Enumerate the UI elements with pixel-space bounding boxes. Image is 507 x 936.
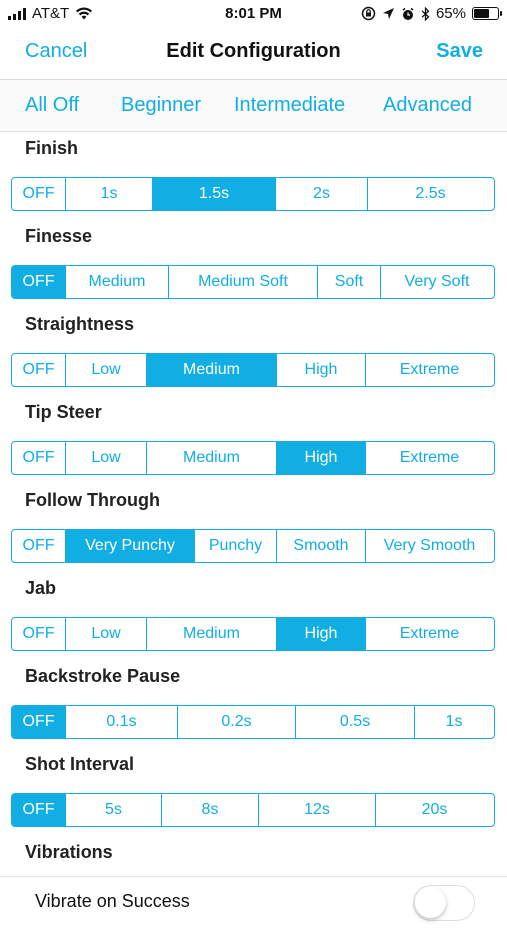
navigation-bar: Cancel Edit Configuration Save: [0, 28, 507, 80]
preset-advanced-button[interactable]: Advanced: [383, 94, 472, 117]
cancel-button[interactable]: Cancel: [25, 40, 87, 63]
vibrations-body: Vibrate on Success: [0, 876, 507, 936]
segment-option[interactable]: 0.5s: [295, 706, 414, 738]
section-title: Tip Steer: [25, 402, 102, 422]
segment-option[interactable]: Medium: [65, 266, 168, 298]
section-title: Straightness: [25, 314, 135, 334]
vibrate-on-success-label: Vibrate on Success: [35, 891, 190, 911]
section-title: Backstroke Pause: [25, 666, 181, 686]
segment-option[interactable]: OFF: [12, 266, 65, 298]
vibrations-section: Vibrations: [0, 836, 507, 876]
segment-option[interactable]: Extreme: [365, 442, 493, 474]
segmented-control: OFF 0.1s 0.2s 0.5s 1s: [11, 705, 495, 739]
segment-option[interactable]: 2s: [275, 178, 367, 210]
rotation-lock-icon: [361, 6, 376, 21]
status-bar: AT&T 8:01 PM 65%: [0, 0, 507, 28]
segment-option[interactable]: OFF: [12, 794, 65, 826]
section-tip-steer: Tip Steer OFF Low Medium High Extreme: [0, 396, 507, 484]
section-title: Follow Through: [25, 490, 160, 510]
segment-option[interactable]: 1.5s: [152, 178, 275, 210]
segmented-control: OFF Low Medium High Extreme: [11, 441, 495, 475]
segmented-control: OFF Very Punchy Punchy Smooth Very Smooth: [11, 529, 495, 563]
segment-option[interactable]: Low: [65, 442, 146, 474]
alarm-icon: [402, 7, 414, 20]
section-title: Jab: [25, 578, 57, 598]
segment-option[interactable]: Very Soft: [380, 266, 493, 298]
segment-option[interactable]: 5s: [65, 794, 161, 826]
section-finesse: Finesse OFF Medium Medium Soft Soft Very Soft: [0, 220, 507, 308]
segment-option[interactable]: OFF: [12, 442, 65, 474]
segment-option[interactable]: Low: [65, 354, 146, 386]
segment-option[interactable]: Very Punchy: [65, 530, 194, 562]
settings-list: Finish OFF 1s 1.5s 2s 2.5s Finesse OFF Medium Med…: [0, 132, 507, 936]
status-right: 65%: [361, 5, 502, 22]
segment-option[interactable]: 1s: [414, 706, 493, 738]
segment-option[interactable]: 0.1s: [65, 706, 177, 738]
preset-bar: All Off Beginner Intermediate Advanced: [0, 80, 507, 132]
segment-option[interactable]: Soft: [317, 266, 380, 298]
section-title: Shot Interval: [25, 754, 135, 774]
sections-container: Finish OFF 1s 1.5s 2s 2.5s Finesse OFF Medium Med…: [0, 132, 507, 836]
section-backstroke-pause: Backstroke Pause OFF 0.1s 0.2s 0.5s 1s: [0, 660, 507, 748]
section-shot-interval: Shot Interval OFF 5s 8s 12s 20s: [0, 748, 507, 836]
segment-option[interactable]: Smooth: [276, 530, 365, 562]
battery-percent: 65%: [435, 5, 466, 22]
segment-option[interactable]: High: [276, 618, 365, 650]
bluetooth-icon: [421, 6, 430, 21]
preset-intermediate-button[interactable]: Intermediate: [234, 94, 345, 117]
segmented-control: OFF Low Medium High Extreme: [11, 617, 495, 651]
segment-option[interactable]: Medium: [146, 354, 276, 386]
segment-option[interactable]: 0.2s: [177, 706, 295, 738]
segment-option[interactable]: Extreme: [365, 618, 493, 650]
vibrations-title: Vibrations: [25, 842, 113, 862]
segmented-control: OFF 1s 1.5s 2s 2.5s: [11, 177, 495, 211]
section-straightness: Straightness OFF Low Medium High Extreme: [0, 308, 507, 396]
segment-option[interactable]: High: [276, 442, 365, 474]
section-title: Finesse: [25, 226, 93, 246]
segment-option[interactable]: Medium Soft: [168, 266, 317, 298]
segment-option[interactable]: OFF: [12, 706, 65, 738]
battery-icon: [472, 7, 502, 20]
location-arrow-icon: [382, 8, 394, 19]
segment-option[interactable]: 1s: [65, 178, 152, 210]
segment-option[interactable]: 20s: [375, 794, 493, 826]
segment-option[interactable]: 8s: [161, 794, 258, 826]
segment-option[interactable]: OFF: [12, 354, 65, 386]
segment-option[interactable]: Punchy: [194, 530, 276, 562]
segment-option[interactable]: OFF: [12, 530, 65, 562]
segment-option[interactable]: Medium: [146, 618, 276, 650]
save-button[interactable]: Save: [436, 40, 483, 63]
segment-option[interactable]: OFF: [12, 178, 65, 210]
preset-beginner-button[interactable]: Beginner: [121, 94, 201, 117]
preset-all-off-button[interactable]: All Off: [25, 94, 79, 117]
segment-option[interactable]: Extreme: [365, 354, 493, 386]
segment-option[interactable]: Low: [65, 618, 146, 650]
segment-option[interactable]: OFF: [12, 618, 65, 650]
segment-option[interactable]: Medium: [146, 442, 276, 474]
segment-option[interactable]: 12s: [258, 794, 375, 826]
segmented-control: OFF Low Medium High Extreme: [11, 353, 495, 387]
segmented-control: OFF 5s 8s 12s 20s: [11, 793, 495, 827]
vibrate-on-success-row: Vibrate on Success: [0, 876, 507, 936]
section-finish: Finish OFF 1s 1.5s 2s 2.5s: [0, 132, 507, 220]
toggle-knob: [415, 887, 446, 918]
section-title: Finish: [25, 138, 78, 158]
segment-option[interactable]: Very Smooth: [365, 530, 493, 562]
vibrate-on-success-toggle[interactable]: [413, 885, 475, 921]
section-follow-through: Follow Through OFF Very Punchy Punchy Smooth…: [0, 484, 507, 572]
segmented-control: OFF Medium Medium Soft Soft Very Soft: [11, 265, 495, 299]
segment-option[interactable]: High: [276, 354, 365, 386]
battery-fill: [474, 9, 489, 18]
segment-option[interactable]: 2.5s: [367, 178, 493, 210]
section-jab: Jab OFF Low Medium High Extreme: [0, 572, 507, 660]
